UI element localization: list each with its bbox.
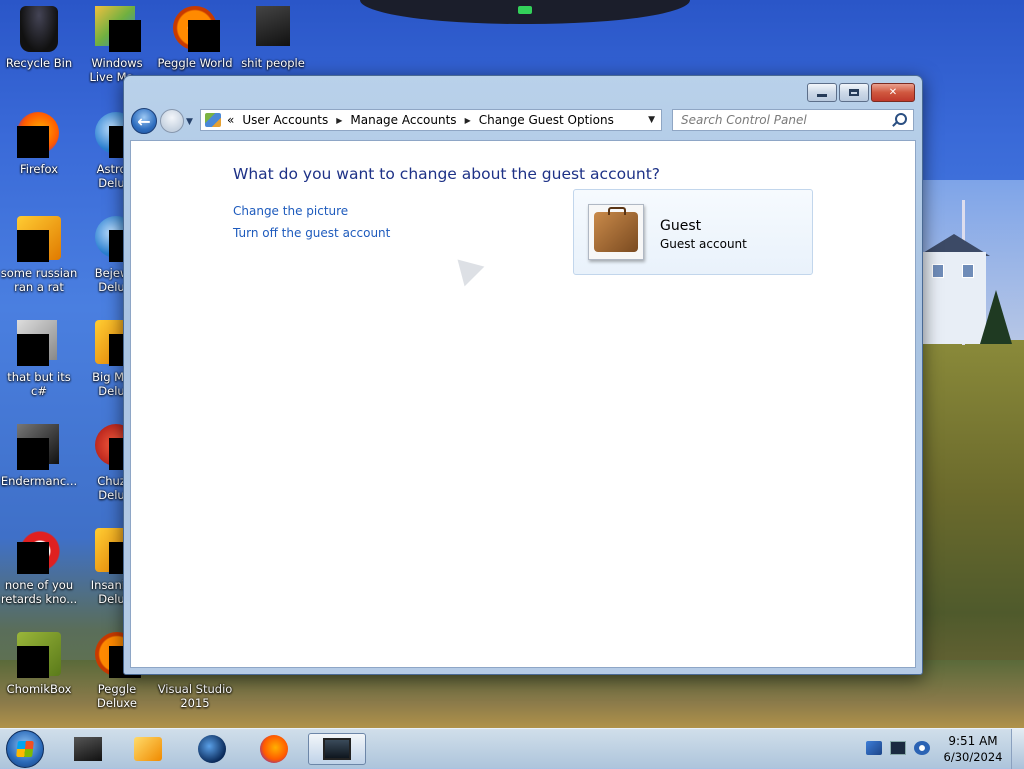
app-icon — [17, 216, 61, 262]
account-type: Guest account — [660, 237, 747, 251]
globe-icon — [198, 735, 226, 763]
clock-time: 9:51 AM — [948, 734, 998, 748]
minimize-button[interactable] — [807, 83, 837, 102]
desktop-icon-label: Firefox — [19, 162, 59, 176]
notch-indicator-light — [518, 6, 532, 14]
chomikbox-icon — [17, 632, 61, 678]
address-dropdown-icon[interactable]: ▼ — [648, 115, 655, 125]
content-pane: What do you want to change about the gue… — [130, 140, 916, 668]
guest-account-card: Guest Guest account — [573, 189, 813, 275]
desktop-icon-label: Peggle Deluxe — [97, 682, 137, 710]
desktop-icon-label: Peggle World — [157, 56, 233, 70]
wallpaper-house-window — [932, 264, 944, 278]
recycle-bin-icon — [17, 6, 61, 52]
tray-network-icon[interactable] — [866, 741, 882, 755]
desktop-icon-endermanc[interactable]: Endermanc... — [0, 424, 78, 488]
app-icon — [17, 528, 63, 574]
account-picture — [588, 204, 644, 260]
page-heading: What do you want to change about the gue… — [233, 165, 661, 183]
desktop-icon-windows-live[interactable]: Windows Live Ma... — [78, 6, 156, 84]
turn-off-guest-link[interactable]: Turn off the guest account — [233, 226, 390, 240]
peggle-icon — [173, 6, 220, 52]
desktop-icon-label: ChomikBox — [6, 682, 72, 696]
desktop-icon-firefox[interactable]: Firefox — [0, 112, 78, 176]
folder-icon — [251, 6, 295, 52]
breadcrumb-manage-accounts[interactable]: Manage Accounts — [350, 113, 456, 127]
account-name: Guest — [660, 218, 702, 234]
taskbar-item-globe-app[interactable] — [186, 733, 238, 765]
desktop-icon-label: Recycle Bin — [5, 56, 73, 70]
taskbar: 9:51 AM 6/30/2024 — [0, 728, 1024, 769]
breadcrumb-user-accounts[interactable]: User Accounts — [242, 113, 328, 127]
desktop-icon-label: Endermanc... — [0, 474, 78, 488]
taskbar-item-control-panel[interactable] — [308, 733, 366, 765]
address-bar[interactable]: « User Accounts ▶ Manage Accounts ▶ Chan… — [200, 109, 662, 131]
breadcrumb-change-guest-options[interactable]: Change Guest Options — [479, 113, 614, 127]
firefox-icon — [260, 735, 288, 763]
media-player-icon — [134, 737, 162, 761]
search-icon[interactable] — [895, 113, 907, 125]
search-placeholder: Search Control Panel — [681, 113, 807, 127]
monitor-icon — [323, 738, 351, 760]
tray-volume-icon[interactable] — [914, 741, 930, 755]
window-title-buttons: ✕ — [807, 83, 915, 102]
recent-pages-dropdown[interactable]: ▼ — [186, 117, 193, 127]
app-icon — [74, 737, 102, 761]
wallpaper-tree — [980, 290, 1012, 344]
windows-live-icon — [95, 6, 141, 52]
desktop-icon-label: Visual Studio 2015 — [157, 682, 233, 710]
desktop-icon-peggle-world[interactable]: Peggle World — [156, 6, 234, 70]
back-button[interactable]: ← — [131, 108, 157, 134]
start-button[interactable] — [6, 730, 44, 768]
control-panel-icon — [205, 113, 221, 127]
change-picture-link[interactable]: Change the picture — [233, 204, 348, 218]
minimize-icon — [817, 94, 827, 97]
desktop-icon-chomikbox[interactable]: ChomikBox — [0, 632, 78, 696]
system-tray — [866, 741, 930, 755]
forward-button[interactable] — [160, 109, 184, 133]
breadcrumb-separator-icon[interactable]: ▶ — [336, 116, 342, 125]
back-arrow-icon: ← — [137, 111, 151, 131]
control-panel-window: ✕ ← ▼ « User Accounts ▶ Manage Accounts … — [123, 75, 923, 675]
maximize-button[interactable] — [839, 83, 869, 102]
wallpaper-house — [922, 252, 986, 344]
tray-display-icon[interactable] — [890, 741, 906, 755]
desktop-icon-label: that but its c# — [7, 370, 71, 398]
app-icon — [17, 424, 61, 470]
breadcrumb-separator-icon[interactable]: ▶ — [465, 116, 471, 125]
app-icon — [17, 320, 61, 366]
navigation-bar: ← ▼ « User Accounts ▶ Manage Accounts ▶ … — [130, 108, 916, 134]
desktop-icon-label: shit people — [241, 56, 305, 70]
clock-date: 6/30/2024 — [943, 750, 1003, 764]
desktop-icon-recycle-bin[interactable]: Recycle Bin — [0, 6, 78, 70]
taskbar-item-dark-app[interactable] — [62, 733, 114, 765]
suitcase-icon — [594, 207, 638, 252]
desktop-icon-visual-studio[interactable]: Visual Studio 2015 — [156, 674, 234, 710]
desktop-icon-shit-people[interactable]: shit people — [234, 6, 312, 70]
top-device-notch — [360, 0, 690, 24]
desktop-icon-label: some russian ran a rat — [0, 266, 78, 294]
taskbar-item-firefox[interactable] — [248, 733, 300, 765]
close-icon: ✕ — [888, 87, 898, 98]
desktop-icon-that-but-its-c[interactable]: that but its c# — [0, 320, 78, 398]
desktop-icon-some-russian[interactable]: some russian ran a rat — [0, 216, 78, 294]
firefox-icon — [17, 112, 61, 158]
taskbar-clock[interactable]: 9:51 AM 6/30/2024 — [940, 733, 1006, 765]
desktop-icon-label: none of you retards kno... — [0, 578, 78, 606]
wallpaper-house-window — [962, 264, 974, 278]
show-desktop-button[interactable] — [1011, 729, 1024, 769]
close-button[interactable]: ✕ — [871, 83, 915, 102]
desktop-icon-none-of-you[interactable]: none of you retards kno... — [0, 528, 78, 606]
breadcrumb-overflow[interactable]: « — [227, 113, 234, 127]
taskbar-item-media-player[interactable] — [122, 733, 174, 765]
search-box[interactable]: Search Control Panel — [672, 109, 914, 131]
maximize-icon — [849, 89, 859, 96]
